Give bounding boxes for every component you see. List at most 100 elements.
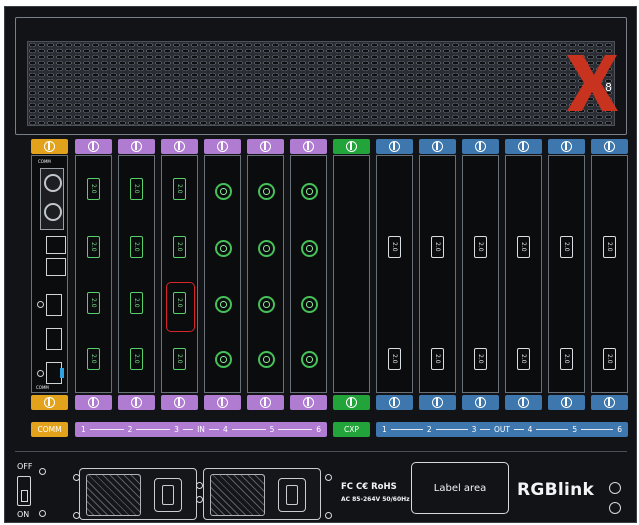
output-slot-4-bottom-tab[interactable]	[505, 395, 542, 410]
hdmi-output-port[interactable]: 2.0	[603, 348, 616, 370]
ground-icon	[609, 482, 621, 494]
ethernet-port-1[interactable]	[46, 236, 66, 254]
input-slot-3-bottom-tab[interactable]	[161, 395, 198, 410]
fiber-port-1[interactable]	[44, 174, 62, 192]
output-slot-1-tab[interactable]	[376, 139, 413, 154]
input-slot-6-bottom-tab[interactable]	[290, 395, 327, 410]
ground-terminal-icon[interactable]	[609, 502, 621, 514]
input-slot-3-tab[interactable]	[161, 139, 198, 154]
input-card-4	[204, 155, 241, 393]
output-strip-label: OUT	[494, 425, 510, 434]
hdmi-input-port[interactable]: 2.0	[173, 236, 186, 258]
input-slot-5-tab[interactable]	[247, 139, 284, 154]
hdmi-input-port[interactable]: 2.0	[87, 292, 100, 314]
comm-slot-bottom-tab[interactable]	[31, 395, 68, 410]
sdi-input-port[interactable]	[301, 296, 318, 313]
sdi-input-port[interactable]	[301, 183, 318, 200]
psu-handle[interactable]	[86, 474, 141, 516]
input-slot-4-bottom-tab[interactable]	[204, 395, 241, 410]
screw	[73, 512, 80, 519]
output-number-3: 3	[471, 425, 477, 434]
x8-logo: 8 X	[561, 47, 623, 117]
input-slot-5-bottom-tab[interactable]	[247, 395, 284, 410]
label-area-text: Label area	[433, 482, 487, 494]
hdmi-input-port[interactable]: 2.0	[130, 178, 143, 200]
sdi-input-port[interactable]	[258, 240, 275, 257]
hdmi-output-port[interactable]: 2.0	[560, 236, 573, 258]
output-card-4: 2.0 2.0	[505, 155, 542, 393]
fiber-port-2[interactable]	[44, 203, 62, 221]
output-card-3: 2.0 2.0	[462, 155, 499, 393]
hdmi-port[interactable]	[46, 294, 62, 316]
sdi-input-port[interactable]	[215, 240, 232, 257]
hdmi-output-port[interactable]: 2.0	[388, 348, 401, 370]
hdmi-input-port[interactable]: 2.0	[130, 348, 143, 370]
input-number-3: 3	[174, 425, 179, 434]
hdmi-output-port[interactable]: 2.0	[388, 236, 401, 258]
hdmi-output-port[interactable]: 2.0	[431, 236, 444, 258]
cxp-strip-label: CXP	[344, 425, 359, 434]
input-slot-2-bottom-tab[interactable]	[118, 395, 155, 410]
input-number-1: 1	[81, 425, 86, 434]
input-number-5: 5	[269, 425, 275, 434]
output-slot-4-tab[interactable]	[505, 139, 542, 154]
output-slot-5-tab[interactable]	[548, 139, 585, 154]
output-slot-3-tab[interactable]	[462, 139, 499, 154]
psu-handle[interactable]	[210, 474, 265, 516]
highlight-box	[166, 282, 195, 332]
hdmi-input-port[interactable]: 2.0	[87, 178, 100, 200]
comm-card-label-bottom: COMM	[36, 385, 49, 390]
output-slot-3-bottom-tab[interactable]	[462, 395, 499, 410]
output-number-2: 2	[426, 425, 432, 434]
input-slot-1-bottom-tab[interactable]	[75, 395, 112, 410]
input-slot-2-tab[interactable]	[118, 139, 155, 154]
sdi-input-port[interactable]	[215, 296, 232, 313]
output-slot-6-bottom-tab[interactable]	[591, 395, 628, 410]
sdi-input-port[interactable]	[258, 183, 275, 200]
ac-inlet-2[interactable]	[278, 478, 306, 512]
sdi-input-port[interactable]	[301, 351, 318, 368]
power-switch-rocker	[21, 490, 28, 502]
output-slot-2-tab[interactable]	[419, 139, 456, 154]
sdi-input-port[interactable]	[301, 240, 318, 257]
input-slot-1-tab[interactable]	[75, 139, 112, 154]
sdi-input-port[interactable]	[215, 351, 232, 368]
output-slot-6-tab[interactable]	[591, 139, 628, 154]
cert-marks: FC C€ RoHS	[341, 482, 397, 492]
output-slot-2-bottom-tab[interactable]	[419, 395, 456, 410]
screw	[39, 510, 46, 517]
cxp-slot-tab[interactable]	[333, 139, 370, 154]
hdmi-output-port[interactable]: 2.0	[517, 236, 530, 258]
cxp-slot-bottom-tab[interactable]	[333, 395, 370, 410]
comm-card: COMM COMM	[31, 155, 68, 393]
output-slot-5-bottom-tab[interactable]	[548, 395, 585, 410]
screw	[39, 468, 46, 475]
input-slot-6-tab[interactable]	[290, 139, 327, 154]
ac-inlet-1[interactable]	[154, 478, 182, 512]
hdmi-output-port[interactable]: 2.0	[517, 348, 530, 370]
hdmi-output-port[interactable]: 2.0	[431, 348, 444, 370]
output-number-6: 6	[617, 425, 623, 434]
input-slot-4-tab[interactable]	[204, 139, 241, 154]
comm-slot-release-tab[interactable]	[31, 139, 68, 154]
hdmi-input-port[interactable]: 2.0	[173, 178, 186, 200]
power-switch[interactable]	[17, 476, 31, 506]
output-slot-1-bottom-tab[interactable]	[376, 395, 413, 410]
hdmi-input-port[interactable]: 2.0	[87, 348, 100, 370]
output-card-6: 2.0 2.0	[591, 155, 628, 393]
sdi-input-port[interactable]	[258, 296, 275, 313]
hdmi-input-port[interactable]: 2.0	[130, 292, 143, 314]
x-logo-icon: 8	[567, 55, 618, 111]
ethernet-port-2[interactable]	[46, 258, 66, 276]
hdmi-output-port[interactable]: 2.0	[474, 236, 487, 258]
sdi-input-port[interactable]	[215, 183, 232, 200]
hdmi-input-port[interactable]: 2.0	[130, 236, 143, 258]
sdi-input-port[interactable]	[258, 351, 275, 368]
comm-card-label: COMM	[38, 159, 51, 164]
hdmi-input-port[interactable]: 2.0	[173, 348, 186, 370]
hdmi-output-port[interactable]: 2.0	[474, 348, 487, 370]
hdmi-output-port[interactable]: 2.0	[603, 236, 616, 258]
hdmi-output-port[interactable]: 2.0	[560, 348, 573, 370]
usb-port[interactable]	[46, 328, 62, 350]
hdmi-input-port[interactable]: 2.0	[87, 236, 100, 258]
